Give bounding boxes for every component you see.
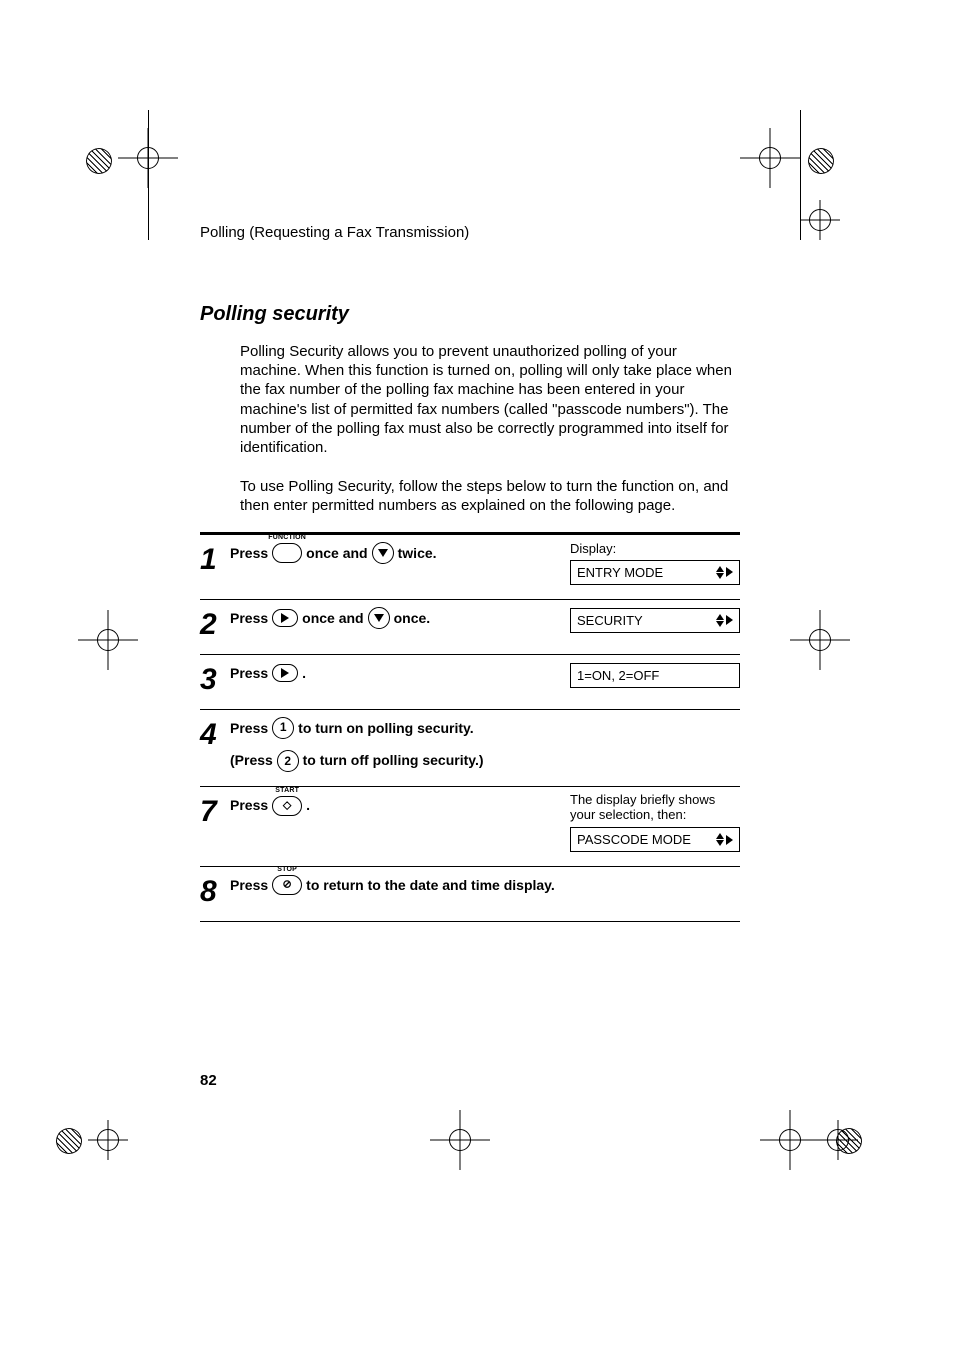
start-key-icon: START ◇	[272, 796, 302, 816]
step-3-display: 1=ON, 2=OFF	[570, 661, 740, 688]
reg-mark-bc	[430, 1110, 490, 1170]
lcd-passcode: PASSCODE MODE	[570, 827, 740, 852]
scroll-arrows-icon	[716, 566, 733, 579]
page: Polling (Requesting a Fax Transmission) …	[0, 0, 954, 1351]
step-number: 8	[200, 873, 230, 907]
step7-note: The display briefly shows your selection…	[570, 793, 740, 823]
press-paren-label: (Press	[230, 752, 273, 768]
paragraph-1: Polling Security allows you to prevent u…	[240, 342, 740, 457]
display-label: Display:	[570, 541, 740, 556]
paragraph-2: To use Polling Security, follow the step…	[240, 477, 740, 515]
step-3: 3 Press . 1=ON, 2=OFF	[200, 661, 740, 695]
section-title: Polling security	[200, 303, 740, 326]
rule	[200, 599, 740, 600]
period: .	[306, 794, 310, 816]
lcd-security: SECURITY	[570, 608, 740, 633]
press-label: Press	[230, 874, 268, 896]
start-glyph-icon: ◇	[283, 800, 291, 811]
rule	[200, 921, 740, 922]
reg-mark-tr	[740, 128, 800, 188]
lcd-text: SECURITY	[577, 613, 643, 628]
reg-mark-br2	[808, 1110, 868, 1170]
function-key-label: FUNCTION	[268, 532, 306, 543]
step-8: 8 Press STOP ⊘ to return to the date and…	[200, 873, 740, 907]
running-head: Polling (Requesting a Fax Transmission)	[200, 224, 740, 241]
step4-on-text: to turn on polling security.	[298, 717, 474, 739]
step-7: 7 Press START ◇ . The display briefly sh…	[200, 793, 740, 852]
once-and-label: once and	[302, 607, 363, 629]
step-4: 4 Press 1 to turn on polling security. (…	[200, 716, 740, 773]
stop-glyph-icon: ⊘	[283, 880, 292, 891]
scroll-arrows-icon	[716, 833, 733, 846]
lcd-on-off: 1=ON, 2=OFF	[570, 663, 740, 688]
reg-dot-tr	[808, 148, 834, 174]
once-label: once.	[394, 607, 431, 629]
step-number: 2	[200, 606, 230, 640]
stop-key-icon: STOP ⊘	[272, 875, 302, 895]
step8-tail: to return to the date and time display.	[306, 874, 555, 896]
reg-dot-tl	[86, 148, 112, 174]
right-key-icon	[272, 609, 298, 627]
numpad-1-icon: 1	[272, 717, 294, 739]
step-7-body: Press START ◇ .	[230, 793, 570, 816]
lcd-text: ENTRY MODE	[577, 565, 663, 580]
press-label: Press	[230, 607, 268, 629]
step-8-body: Press STOP ⊘ to return to the date and t…	[230, 873, 570, 896]
step-2-display: SECURITY	[570, 606, 740, 633]
scroll-arrows-icon	[716, 614, 733, 627]
step-number: 1	[200, 541, 230, 575]
rule	[200, 654, 740, 655]
lcd-entry-mode: ENTRY MODE	[570, 560, 740, 585]
press-label: Press	[230, 794, 268, 816]
once-and-label: once and	[306, 542, 367, 564]
function-key-icon: FUNCTION	[272, 543, 302, 563]
twice-label: twice.	[398, 542, 437, 564]
step-4-body: Press 1 to turn on polling security. (Pr…	[230, 716, 570, 773]
step-2-body: Press once and once.	[230, 606, 570, 629]
step-number: 4	[200, 716, 230, 750]
period: .	[302, 662, 306, 684]
step-1-display: Display: ENTRY MODE	[570, 541, 740, 585]
rule	[200, 709, 740, 710]
reg-mark-tr2	[790, 190, 850, 250]
press-label: Press	[230, 542, 268, 564]
reg-line-tl	[148, 110, 149, 240]
right-key-icon	[272, 664, 298, 682]
step-2: 2 Press once and once. SECURITY	[200, 606, 740, 640]
step-1-body: Press FUNCTION once and twice.	[230, 541, 570, 564]
press-label: Press	[230, 717, 268, 739]
lcd-text: PASSCODE MODE	[577, 832, 691, 847]
down-key-icon	[368, 607, 390, 629]
page-number: 82	[200, 1072, 217, 1089]
reg-mark-ml	[78, 610, 138, 670]
press-label: Press	[230, 662, 268, 684]
reg-mark-bl	[78, 1110, 138, 1170]
step4-off-text: to turn off polling security.)	[303, 752, 484, 768]
stop-key-label: STOP	[277, 864, 297, 875]
step-3-body: Press .	[230, 661, 570, 684]
step-1: 1 Press FUNCTION once and twice. Display…	[200, 541, 740, 585]
reg-mark-mr	[790, 610, 850, 670]
step-7-display: The display briefly shows your selection…	[570, 793, 740, 852]
numpad-2-icon: 2	[277, 750, 299, 772]
step-number: 3	[200, 661, 230, 695]
step-number: 7	[200, 793, 230, 827]
down-key-icon	[372, 542, 394, 564]
content: Polling (Requesting a Fax Transmission) …	[200, 224, 740, 928]
start-key-label: START	[275, 785, 299, 796]
lcd-text: 1=ON, 2=OFF	[577, 668, 659, 683]
